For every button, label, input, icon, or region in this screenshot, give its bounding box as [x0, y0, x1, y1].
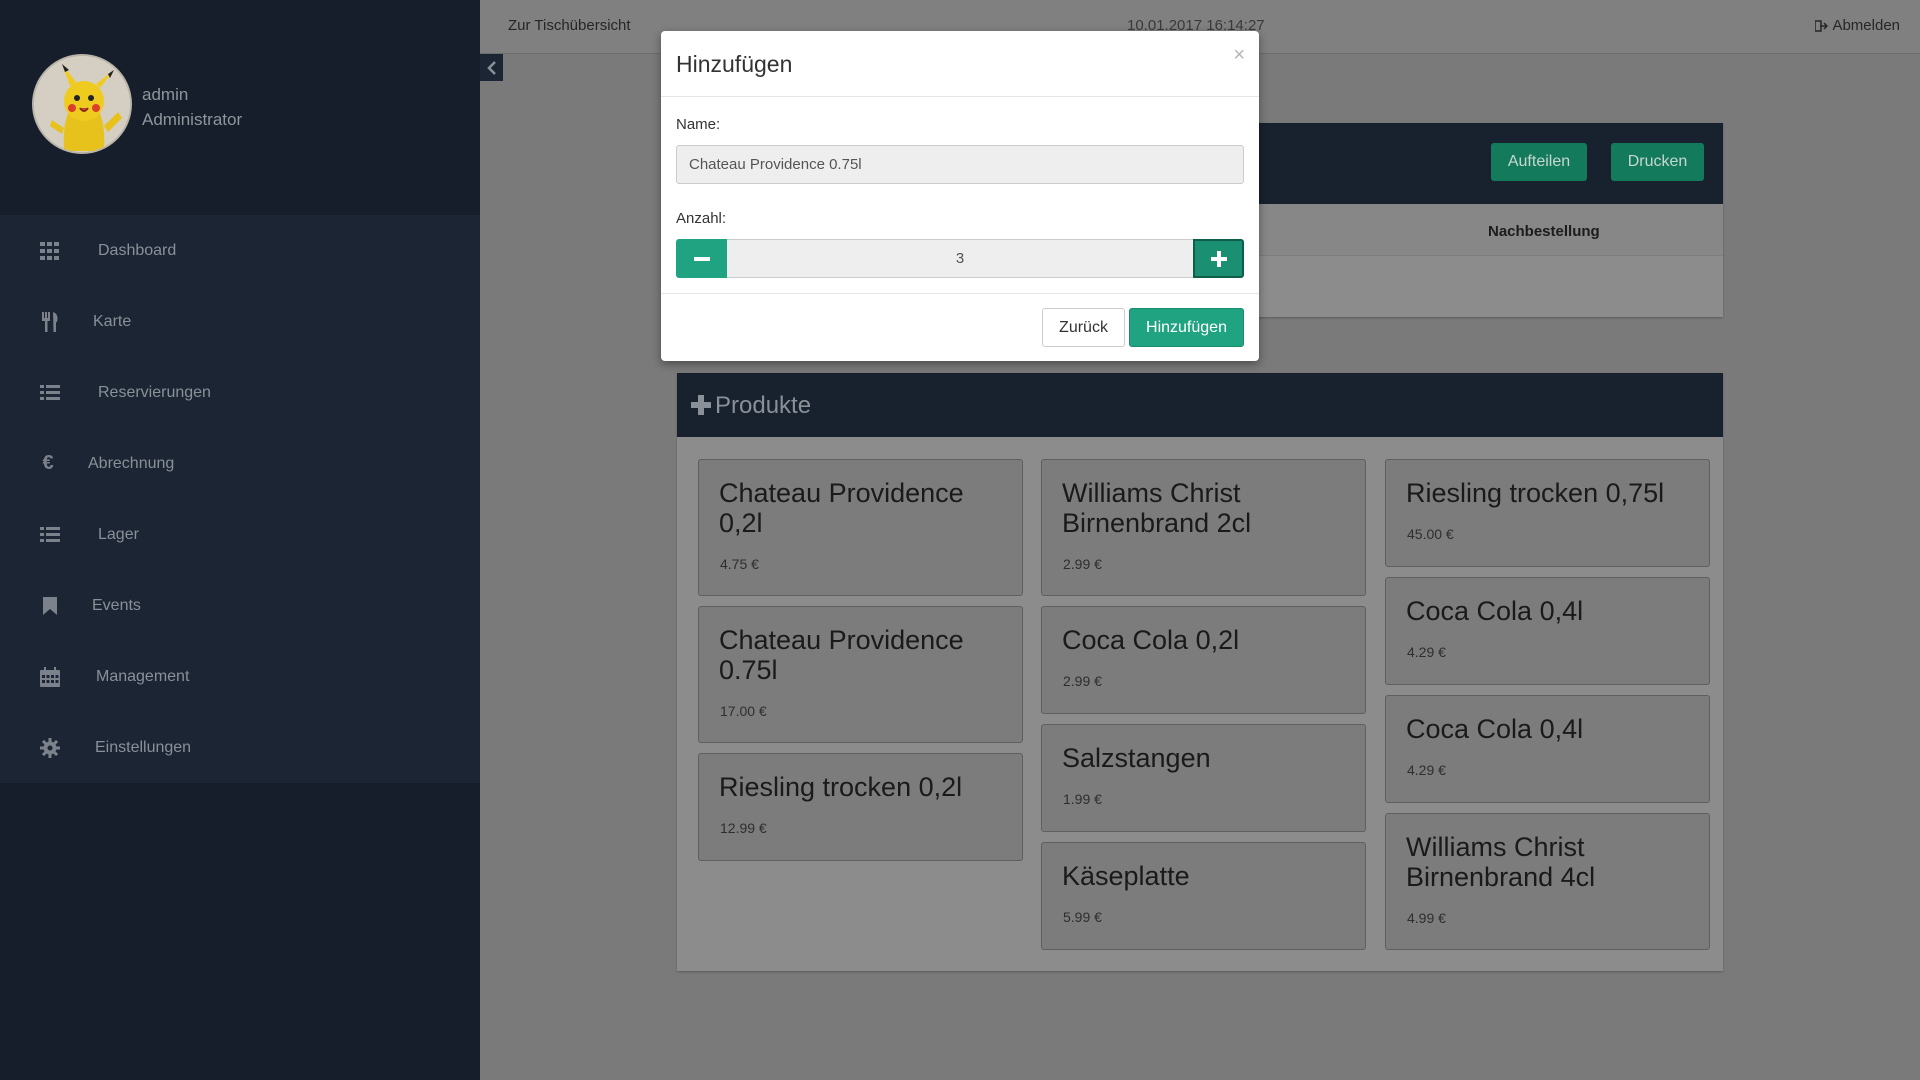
sidebar-item-label: Karte	[93, 312, 132, 330]
sidebar-item-dashboard[interactable]: Dashboard	[0, 215, 480, 286]
dialog-footer: Zurück Hinzufügen	[661, 293, 1259, 361]
logout-label: Abmelden	[1832, 17, 1900, 34]
product-name: Chateau Providence 0.75l	[719, 625, 964, 685]
sidebar-item-label: Einstellungen	[95, 738, 192, 756]
product-price: 4.29 €	[1407, 644, 1446, 660]
sidebar-item-management[interactable]: Management	[0, 641, 480, 712]
product-price: 45.00 €	[1407, 526, 1454, 542]
sidebar-item-karte[interactable]: Karte	[0, 286, 480, 357]
product-card[interactable]: Riesling trocken 0,2l 12.99 €	[698, 753, 1023, 861]
name-label: Name:	[676, 116, 721, 133]
increment-button[interactable]	[1193, 239, 1244, 278]
order-table-header: Nachbestellung	[1258, 204, 1723, 256]
column-header-reorder[interactable]: Nachbestellung	[1488, 223, 1600, 240]
product-price: 4.75 €	[720, 556, 759, 572]
product-card[interactable]: Williams Christ Birnenbrand 2cl 2.99 €	[1041, 459, 1366, 596]
product-price: 1.99 €	[1063, 791, 1102, 807]
avatar[interactable]	[32, 54, 132, 154]
add-button[interactable]: Hinzufügen	[1129, 308, 1244, 347]
product-name: Käseplatte	[1062, 861, 1190, 891]
product-card[interactable]: Chateau Providence 0,2l 4.75 €	[698, 459, 1023, 596]
list-icon	[38, 523, 62, 547]
sidebar-item-label: Abrechnung	[88, 454, 175, 472]
close-icon[interactable]: ×	[1233, 44, 1245, 67]
print-button[interactable]: Drucken	[1611, 143, 1704, 181]
product-price: 2.99 €	[1063, 673, 1102, 689]
dialog-title: Hinzufügen	[676, 51, 793, 77]
sidebar-item-label: Lager	[98, 525, 139, 543]
back-to-tables-link[interactable]: Zur Tischübersicht	[508, 17, 631, 34]
order-panel: Aufteilen Drucken Nachbestellung	[1258, 123, 1723, 317]
product-name: Coca Cola 0,2l	[1062, 625, 1240, 655]
sidebar: admin Administrator Dashboard Karte Rese…	[0, 0, 480, 1080]
product-name: Chateau Providence 0,2l	[719, 478, 964, 538]
back-button[interactable]: Zurück	[1042, 308, 1125, 347]
euro-icon: €	[42, 452, 54, 474]
grid-icon	[38, 239, 62, 263]
utensils-icon	[38, 310, 62, 334]
products-panel-header: Produkte	[677, 373, 1723, 437]
product-name: Riesling trocken 0,2l	[719, 772, 963, 802]
user-role: Administrator	[142, 110, 243, 129]
name-field[interactable]	[676, 145, 1244, 184]
order-panel-header: Aufteilen Drucken	[1258, 123, 1723, 204]
quantity-label: Anzahl:	[676, 210, 727, 227]
plus-icon	[691, 395, 711, 415]
sidebar-toggle-button[interactable]	[480, 54, 503, 81]
product-card[interactable]: Coca Cola 0,4l 4.29 €	[1385, 577, 1710, 685]
logout-link[interactable]: Abmelden	[1815, 17, 1900, 34]
product-price: 5.99 €	[1063, 909, 1102, 925]
dialog-header: Hinzufügen ×	[661, 31, 1259, 97]
sidebar-item-einstellungen[interactable]: Einstellungen	[0, 712, 480, 783]
product-name: Coca Cola 0,4l	[1406, 596, 1584, 626]
sidebar-item-abrechnung[interactable]: € Abrechnung	[0, 428, 480, 499]
product-card[interactable]: Riesling trocken 0,75l 45.00 €	[1385, 459, 1710, 567]
product-price: 12.99 €	[720, 820, 767, 836]
product-name: Williams Christ Birnenbrand 4cl	[1406, 832, 1596, 892]
product-price: 4.29 €	[1407, 762, 1446, 778]
add-product-dialog: Hinzufügen × Name: Anzahl: 3 Zurück Hinz…	[661, 31, 1259, 361]
product-card[interactable]: Chateau Providence 0.75l 17.00 €	[698, 606, 1023, 743]
quantity-stepper: 3	[676, 239, 1244, 278]
logout-icon	[1815, 19, 1829, 32]
user-name: admin	[142, 85, 189, 104]
products-title: Produkte	[715, 392, 812, 419]
sidebar-item-label: Management	[96, 667, 190, 685]
product-card[interactable]: Coca Cola 0,2l 2.99 €	[1041, 606, 1366, 714]
products-panel: Produkte Chateau Providence 0,2l 4.75 € …	[677, 373, 1723, 971]
product-name: Coca Cola 0,4l	[1406, 714, 1584, 744]
product-card[interactable]: Coca Cola 0,4l 4.29 €	[1385, 695, 1710, 803]
user-profile: admin Administrator	[0, 0, 480, 215]
product-name: Salzstangen	[1062, 743, 1211, 773]
product-card[interactable]: Williams Christ Birnenbrand 4cl 4.99 €	[1385, 813, 1710, 950]
gear-icon	[38, 736, 62, 760]
product-name: Riesling trocken 0,75l	[1406, 478, 1665, 508]
sidebar-item-reservierungen[interactable]: Reservierungen	[0, 357, 480, 428]
product-price: 17.00 €	[720, 703, 767, 719]
product-card[interactable]: Salzstangen 1.99 €	[1041, 724, 1366, 832]
list-icon	[38, 381, 62, 405]
decrement-button[interactable]	[676, 239, 727, 278]
quantity-input[interactable]: 3	[727, 239, 1193, 278]
product-price: 4.99 €	[1407, 910, 1446, 926]
sidebar-item-lager[interactable]: Lager	[0, 499, 480, 570]
product-name: Williams Christ Birnenbrand 2cl	[1062, 478, 1252, 538]
bookmark-icon	[38, 594, 62, 618]
chevron-left-icon	[486, 60, 496, 75]
product-price: 2.99 €	[1063, 556, 1102, 572]
split-button[interactable]: Aufteilen	[1491, 143, 1587, 181]
product-card[interactable]: Käseplatte 5.99 €	[1041, 842, 1366, 950]
plus-icon	[1210, 250, 1227, 267]
calendar-icon	[38, 665, 62, 689]
sidebar-item-label: Events	[92, 596, 141, 614]
sidebar-item-label: Reservierungen	[98, 383, 211, 401]
sidebar-item-events[interactable]: Events	[0, 570, 480, 641]
sidebar-item-label: Dashboard	[98, 241, 177, 259]
minus-icon	[693, 256, 710, 261]
sidebar-nav: Dashboard Karte Reservierungen € Abrechn…	[0, 215, 480, 783]
